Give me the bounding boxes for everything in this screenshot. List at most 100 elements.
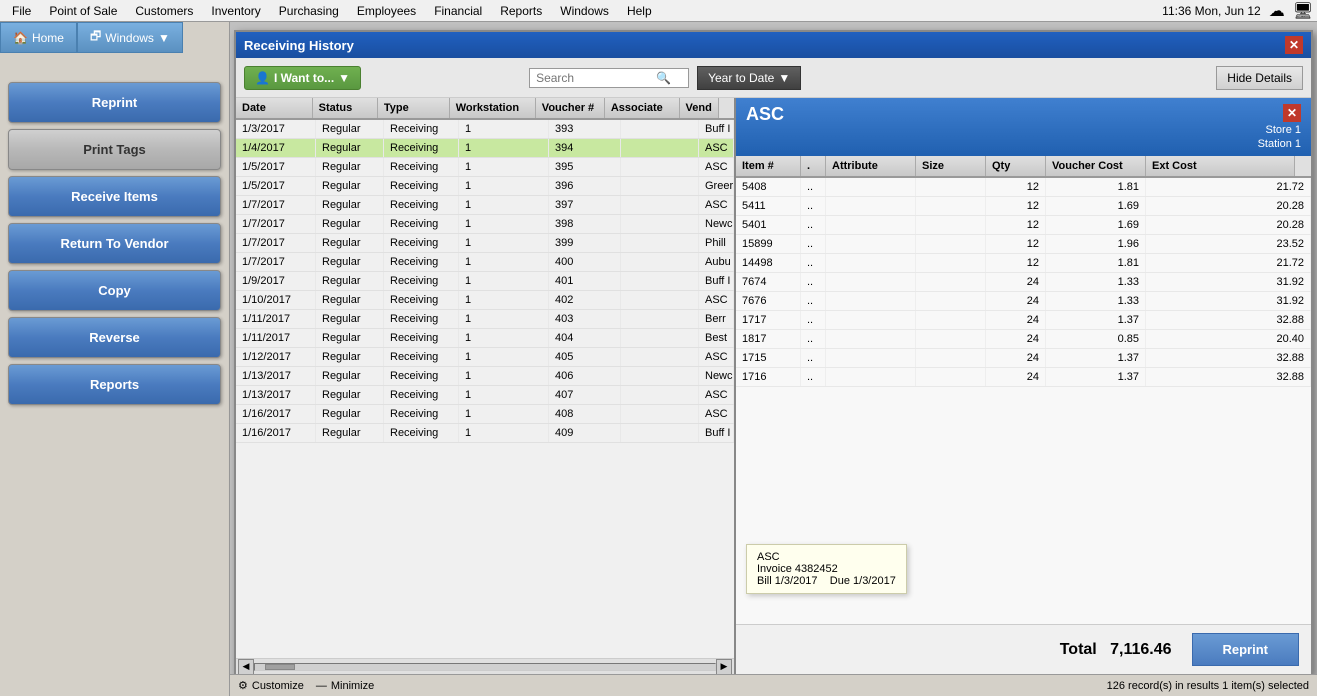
home-tab[interactable]: 🏠 Home xyxy=(0,22,77,53)
table-row[interactable]: 1/11/2017 Regular Receiving 1 403 Berr xyxy=(236,310,734,329)
table-row[interactable]: 1/9/2017 Regular Receiving 1 401 Buff I xyxy=(236,272,734,291)
window-close-button[interactable]: ✕ xyxy=(1285,36,1303,54)
detail-table-header: Item # . Attribute Size Qty Voucher Cost… xyxy=(736,156,1311,178)
table-row[interactable]: 1/10/2017 Regular Receiving 1 402 ASC xyxy=(236,291,734,310)
customize-button[interactable]: ⚙ Customize xyxy=(238,679,304,692)
table-row[interactable]: 1/13/2017 Regular Receiving 1 407 ASC xyxy=(236,386,734,405)
table-row[interactable]: 1/3/2017 Regular Receiving 1 393 Buff I xyxy=(236,120,734,139)
cell-associate xyxy=(621,329,699,347)
cell-type: Receiving xyxy=(384,329,459,347)
table-row[interactable]: 1/7/2017 Regular Receiving 1 400 Aubu xyxy=(236,253,734,272)
reports-button[interactable]: Reports xyxy=(8,364,221,405)
detail-row[interactable]: 1817 .. 24 0.85 20.40 xyxy=(736,330,1311,349)
scroll-thumb[interactable] xyxy=(265,664,295,670)
receive-items-button[interactable]: Receive Items xyxy=(8,176,221,217)
scroll-left-button[interactable]: ◀ xyxy=(238,659,254,675)
table-row[interactable]: 1/13/2017 Regular Receiving 1 406 Newc xyxy=(236,367,734,386)
dcell-item: 5411 xyxy=(736,197,801,215)
dcell-attr xyxy=(826,254,916,272)
return-to-vendor-button[interactable]: Return To Vendor xyxy=(8,223,221,264)
cell-voucher: 397 xyxy=(549,196,621,214)
horizontal-scrollbar[interactable]: ◀ ▶ xyxy=(236,658,734,674)
hide-details-button[interactable]: Hide Details xyxy=(1216,66,1303,90)
cell-associate xyxy=(621,158,699,176)
cell-status: Regular xyxy=(316,424,384,442)
cell-workstation: 1 xyxy=(459,424,549,442)
detail-row[interactable]: 7676 .. 24 1.33 31.92 xyxy=(736,292,1311,311)
table-row[interactable]: 1/5/2017 Regular Receiving 1 395 ASC xyxy=(236,158,734,177)
menu-employees[interactable]: Employees xyxy=(349,2,424,20)
menu-windows[interactable]: Windows xyxy=(552,2,617,20)
cell-voucher: 398 xyxy=(549,215,621,233)
windows-tab[interactable]: 🗗 Windows ▼ xyxy=(77,22,183,53)
search-icon: 🔍 xyxy=(656,71,671,85)
cell-type: Receiving xyxy=(384,158,459,176)
detail-row[interactable]: 1716 .. 24 1.37 32.88 xyxy=(736,368,1311,387)
cell-date: 1/13/2017 xyxy=(236,386,316,404)
dcell-qty: 24 xyxy=(986,349,1046,367)
cell-status: Regular xyxy=(316,215,384,233)
menu-customers[interactable]: Customers xyxy=(127,2,201,20)
filter-dropdown-icon: ▼ xyxy=(778,71,790,85)
table-row[interactable]: 1/5/2017 Regular Receiving 1 396 Greer xyxy=(236,177,734,196)
detail-close-button[interactable]: ✕ xyxy=(1283,104,1301,122)
dcell-dot: .. xyxy=(801,368,826,386)
menu-file[interactable]: File xyxy=(4,2,39,20)
copy-button[interactable]: Copy xyxy=(8,270,221,311)
detail-row[interactable]: 15899 .. 12 1.96 23.52 xyxy=(736,235,1311,254)
dcol-dot: . xyxy=(801,156,826,176)
cell-type: Receiving xyxy=(384,139,459,157)
menu-point-of-sale[interactable]: Point of Sale xyxy=(41,2,125,20)
cell-associate xyxy=(621,367,699,385)
menu-purchasing[interactable]: Purchasing xyxy=(271,2,347,20)
detail-row[interactable]: 14498 .. 12 1.81 21.72 xyxy=(736,254,1311,273)
iwant-button[interactable]: 👤 I Want to... ▼ xyxy=(244,66,361,90)
detail-row[interactable]: 5408 .. 12 1.81 21.72 xyxy=(736,178,1311,197)
cell-voucher: 395 xyxy=(549,158,621,176)
table-body[interactable]: 1/3/2017 Regular Receiving 1 393 Buff I … xyxy=(236,120,734,658)
cell-associate xyxy=(621,272,699,290)
detail-reprint-button[interactable]: Reprint xyxy=(1192,633,1300,666)
table-row[interactable]: 1/7/2017 Regular Receiving 1 397 ASC xyxy=(236,196,734,215)
cell-type: Receiving xyxy=(384,234,459,252)
dcell-attr xyxy=(826,235,916,253)
table-row[interactable]: 1/12/2017 Regular Receiving 1 405 ASC xyxy=(236,348,734,367)
col-associate: Associate xyxy=(605,98,680,118)
search-input[interactable] xyxy=(536,71,656,85)
date-filter-button[interactable]: Year to Date ▼ xyxy=(697,66,801,90)
dcol-qty: Qty xyxy=(986,156,1046,176)
dcell-attr xyxy=(826,292,916,310)
scroll-track[interactable] xyxy=(254,663,716,671)
dcell-dot: .. xyxy=(801,254,826,272)
cell-voucher: 405 xyxy=(549,348,621,366)
cell-workstation: 1 xyxy=(459,291,549,309)
table-row[interactable]: 1/7/2017 Regular Receiving 1 398 Newc xyxy=(236,215,734,234)
table-row[interactable]: 1/11/2017 Regular Receiving 1 404 Best xyxy=(236,329,734,348)
tooltip-popup: ASC Invoice 4382452 Bill 1/3/2017 Due 1/… xyxy=(746,544,907,594)
menu-financial[interactable]: Financial xyxy=(426,2,490,20)
menu-inventory[interactable]: Inventory xyxy=(203,2,268,20)
table-row[interactable]: 1/7/2017 Regular Receiving 1 399 Phill xyxy=(236,234,734,253)
table-row[interactable]: 1/4/2017 Regular Receiving 1 394 ASC xyxy=(236,139,734,158)
print-tags-button[interactable]: Print Tags xyxy=(8,129,221,170)
table-row[interactable]: 1/16/2017 Regular Receiving 1 409 Buff I xyxy=(236,424,734,443)
cell-status: Regular xyxy=(316,234,384,252)
menu-right: 11:36 Mon, Jun 12 ☁ 🖥 xyxy=(1162,1,1313,21)
detail-row[interactable]: 7674 .. 24 1.33 31.92 xyxy=(736,273,1311,292)
table-row[interactable]: 1/16/2017 Regular Receiving 1 408 ASC xyxy=(236,405,734,424)
reverse-button[interactable]: Reverse xyxy=(8,317,221,358)
detail-row[interactable]: 5411 .. 12 1.69 20.28 xyxy=(736,197,1311,216)
menu-reports[interactable]: Reports xyxy=(492,2,550,20)
reprint-button[interactable]: Reprint xyxy=(8,82,221,123)
cell-date: 1/9/2017 xyxy=(236,272,316,290)
detail-row[interactable]: 1715 .. 24 1.37 32.88 xyxy=(736,349,1311,368)
scroll-right-button[interactable]: ▶ xyxy=(716,659,732,675)
menu-items: File Point of Sale Customers Inventory P… xyxy=(4,2,660,20)
menu-help[interactable]: Help xyxy=(619,2,660,20)
detail-row[interactable]: 1717 .. 24 1.37 32.88 xyxy=(736,311,1311,330)
dcell-qty: 24 xyxy=(986,292,1046,310)
detail-close-button-area: ✕ Store 1 Station 1 xyxy=(1258,104,1301,150)
minimize-button[interactable]: — Minimize xyxy=(316,680,374,692)
person-icon: 👤 xyxy=(255,71,270,85)
detail-row[interactable]: 5401 .. 12 1.69 20.28 xyxy=(736,216,1311,235)
